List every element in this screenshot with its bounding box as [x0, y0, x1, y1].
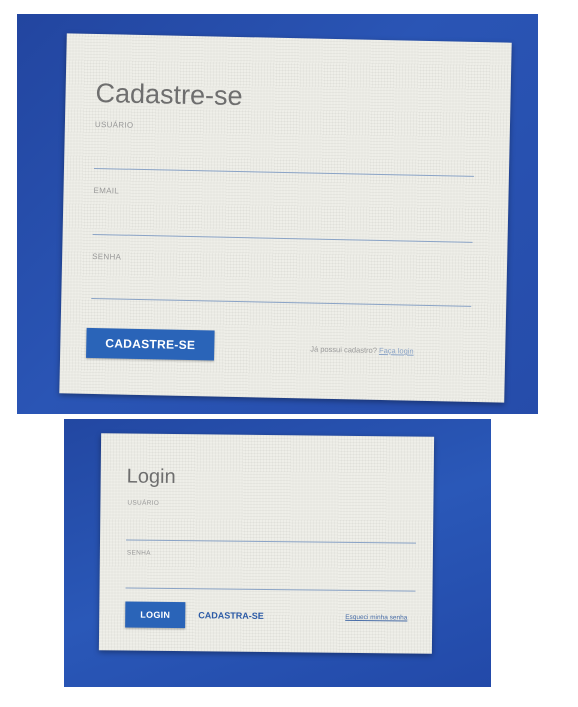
signup-title: Cadastre-se: [95, 77, 243, 112]
register-button[interactable]: CADASTRA-SE: [198, 610, 264, 621]
signup-screen-photo: Cadastre-se USUÁRIO EMAIL SENHA CADASTRE…: [17, 14, 538, 414]
signup-password-label: SENHA: [92, 251, 122, 262]
signup-username-label: USUÁRIO: [94, 119, 134, 130]
login-card: Login USUÁRIO SENHA LOGIN CADASTRA-SE Es…: [98, 433, 435, 654]
signup-username-input[interactable]: [93, 167, 474, 177]
signup-email-label: EMAIL: [93, 185, 120, 196]
login-username-input[interactable]: [126, 539, 417, 544]
signup-email-input[interactable]: [92, 233, 473, 243]
forgot-password-link[interactable]: Esqueci minha senha: [345, 614, 407, 622]
login-username-label: USUÁRIO: [127, 499, 160, 507]
login-title: Login: [126, 465, 176, 489]
login-submit-button[interactable]: LOGIN: [125, 601, 186, 629]
signup-footer: Já possui cadastro? Faça login: [310, 345, 414, 356]
signup-card: Cadastre-se USUÁRIO EMAIL SENHA CADASTRE…: [59, 33, 512, 403]
login-password-label: SENHA: [126, 549, 151, 557]
signup-submit-button[interactable]: CADASTRE-SE: [86, 327, 215, 361]
login-screen-photo: Login USUÁRIO SENHA LOGIN CADASTRA-SE Es…: [64, 419, 491, 687]
login-password-input[interactable]: [125, 587, 416, 592]
signup-password-input[interactable]: [91, 297, 472, 307]
login-link[interactable]: Faça login: [379, 346, 414, 356]
signup-footer-text: Já possui cadastro?: [310, 344, 378, 355]
